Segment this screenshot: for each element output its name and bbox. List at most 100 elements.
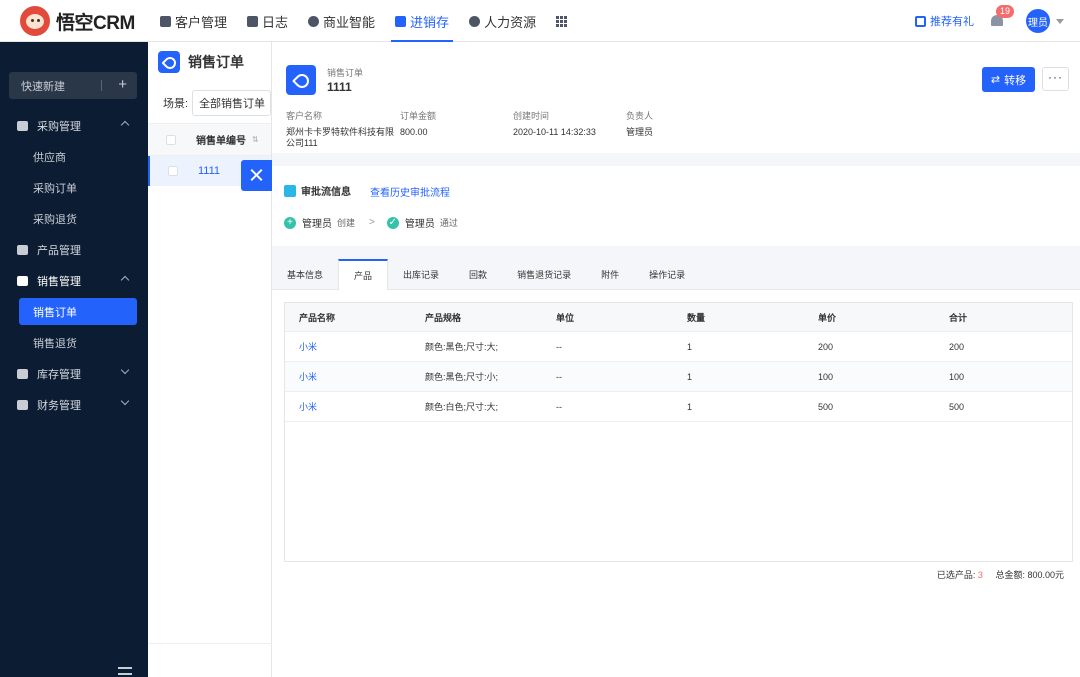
- column-header: 产品规格: [425, 312, 462, 323]
- table-cell: 200: [949, 341, 965, 352]
- selected-label: 已选产品:: [936, 570, 976, 580]
- approval-title: 审批流信息: [284, 183, 351, 198]
- chevron-down-icon: [120, 365, 130, 375]
- nav-customer[interactable]: 客户管理: [150, 0, 237, 42]
- column-header: 合计: [949, 312, 968, 323]
- quick-create-label: 快速新建: [21, 80, 65, 93]
- field-amount: 订单金额 800.00: [400, 109, 436, 138]
- customer-icon: [160, 15, 171, 27]
- transfer-button[interactable]: ⇄ 转移: [982, 67, 1035, 92]
- sidebar-item-label: 库存管理: [37, 368, 81, 381]
- tab-basic-info[interactable]: 基本信息: [272, 259, 338, 290]
- sidebar-item-label: 财务管理: [37, 399, 81, 412]
- inventory-icon: [395, 15, 407, 27]
- row-checkbox[interactable]: [168, 166, 178, 176]
- tab-payments[interactable]: 回款: [454, 259, 502, 290]
- table-cell: 颜色:黑色;尺寸:大;: [425, 342, 499, 352]
- header-actions: 推荐有礼 19 理员: [915, 0, 1064, 42]
- scene-label: 场景:: [163, 97, 189, 110]
- column-header: 单位: [556, 312, 575, 323]
- table-cell: 颜色:黑色;尺寸:小;: [425, 372, 499, 382]
- chevron-down-icon[interactable]: [1056, 18, 1064, 24]
- tab-sales-returns[interactable]: 销售退货记录: [502, 259, 586, 290]
- nav-label: 人力资源: [484, 14, 537, 30]
- user-avatar[interactable]: 理员: [1026, 9, 1050, 33]
- record-type-label: 销售订单: [327, 68, 364, 78]
- scene-select[interactable]: 全部销售订单: [192, 89, 271, 116]
- approval-title-text: 审批流信息: [301, 187, 351, 198]
- table-cell: 500: [818, 401, 834, 412]
- nav-inventory[interactable]: 进销存: [385, 0, 459, 42]
- column-header: 单价: [818, 312, 837, 323]
- column-header-order-no[interactable]: 销售单编号: [196, 132, 246, 147]
- tab-outbound[interactable]: 出库记录: [388, 259, 454, 290]
- close-detail-button[interactable]: [241, 160, 272, 191]
- quick-create-button[interactable]: 快速新建 +: [9, 72, 137, 99]
- cart-icon: [17, 120, 28, 131]
- nav-log[interactable]: 日志: [237, 0, 298, 42]
- sidebar-item-sales-order[interactable]: 销售订单: [19, 298, 137, 325]
- tag-icon: [158, 51, 180, 73]
- tab-activity-log[interactable]: 操作记录: [634, 259, 700, 290]
- plus-icon[interactable]: +: [118, 76, 127, 93]
- order-summary: 已选产品: 3 总金额: 800.00元: [937, 568, 1064, 581]
- chevron-up-icon: [120, 275, 130, 285]
- notification-bell[interactable]: 19: [990, 5, 1015, 28]
- sidebar-item-finance[interactable]: 财务管理: [0, 389, 148, 420]
- app-logo[interactable]: 悟空CRM: [20, 5, 135, 37]
- collapse-menu-icon[interactable]: [118, 667, 132, 675]
- order-no-cell[interactable]: 1111: [198, 165, 220, 177]
- field-owner: 负责人 管理员: [626, 109, 653, 138]
- nav-bi[interactable]: 商业智能: [298, 0, 385, 42]
- sidebar-item-sales[interactable]: 销售管理: [0, 265, 148, 296]
- table-cell: 100: [949, 371, 965, 382]
- product-name-link[interactable]: 小米: [285, 400, 411, 413]
- table-row: 小米 颜色:黑色;尺寸:小; -- 1 100 100: [285, 362, 1072, 392]
- referral-link[interactable]: 推荐有礼: [915, 13, 974, 29]
- sidebar-item-product[interactable]: 产品管理: [0, 234, 148, 265]
- chevron-up-icon: [120, 120, 130, 130]
- column-header: 产品名称: [299, 312, 336, 323]
- more-button[interactable]: ···: [1042, 67, 1069, 91]
- select-all-checkbox[interactable]: [166, 134, 176, 145]
- product-table: 产品名称 产品规格 单位 数量 单价 合计 小米 颜色:黑色;尺寸:大; -- …: [284, 302, 1073, 562]
- chevron-right-icon: >: [369, 217, 375, 228]
- sidebar-item-label: 产品管理: [37, 244, 81, 257]
- sidebar-item-sales-return[interactable]: 销售退货: [0, 327, 148, 358]
- transfer-icon: ⇄: [990, 74, 1001, 86]
- sidebar-item-purchase[interactable]: 采购管理: [0, 110, 148, 141]
- list-title: 销售订单: [148, 42, 271, 82]
- total-value: 800.00元: [1027, 570, 1064, 580]
- hr-icon: [469, 15, 481, 27]
- nav-apps[interactable]: [546, 0, 577, 42]
- sidebar-item-purchase-order[interactable]: 采购订单: [0, 172, 148, 203]
- table-cell: 1: [687, 341, 693, 352]
- approval-steps: + 管理员 创建 > ✓ 管理员 通过: [284, 215, 458, 230]
- field-label: 订单金额: [400, 111, 437, 121]
- selected-count: 3: [977, 570, 983, 580]
- list-header-row: 销售单编号 ⇅: [148, 124, 271, 156]
- table-cell: 颜色:白色;尺寸:大;: [425, 402, 499, 412]
- tag-icon: [17, 275, 28, 286]
- sidebar-item-stock[interactable]: 库存管理: [0, 358, 148, 389]
- step-action: 创建: [337, 218, 356, 228]
- chevron-down-icon: [120, 396, 130, 406]
- nav-hr[interactable]: 人力资源: [459, 0, 546, 42]
- tab-products[interactable]: 产品: [338, 259, 389, 290]
- product-name-link[interactable]: 小米: [285, 370, 411, 383]
- sidebar: 快速新建 + 采购管理 供应商 采购订单 采购退货 产品管理 销售管理 销售订单…: [0, 42, 148, 677]
- sort-icon[interactable]: ⇅: [252, 135, 259, 144]
- sidebar-item-supplier[interactable]: 供应商: [0, 141, 148, 172]
- product-name-link[interactable]: 小米: [285, 340, 411, 353]
- log-icon: [247, 15, 259, 27]
- top-header: 悟空CRM 客户管理 日志 商业智能 进销存 人力资源 推荐有礼 19 理员: [0, 0, 1080, 42]
- table-row: 小米 颜色:白色;尺寸:大; -- 1 500 500: [285, 392, 1072, 422]
- table-cell: --: [556, 341, 562, 352]
- sidebar-item-purchase-return[interactable]: 采购退货: [0, 203, 148, 234]
- tab-attachments[interactable]: 附件: [586, 259, 634, 290]
- check-circle-icon: ✓: [386, 216, 399, 229]
- detail-tabs: 基本信息 产品 出库记录 回款 销售退货记录 附件 操作记录: [272, 259, 1080, 290]
- history-approval-link[interactable]: 查看历史审批流程: [370, 184, 450, 199]
- tag-icon: [286, 65, 316, 95]
- box-icon: [17, 244, 28, 255]
